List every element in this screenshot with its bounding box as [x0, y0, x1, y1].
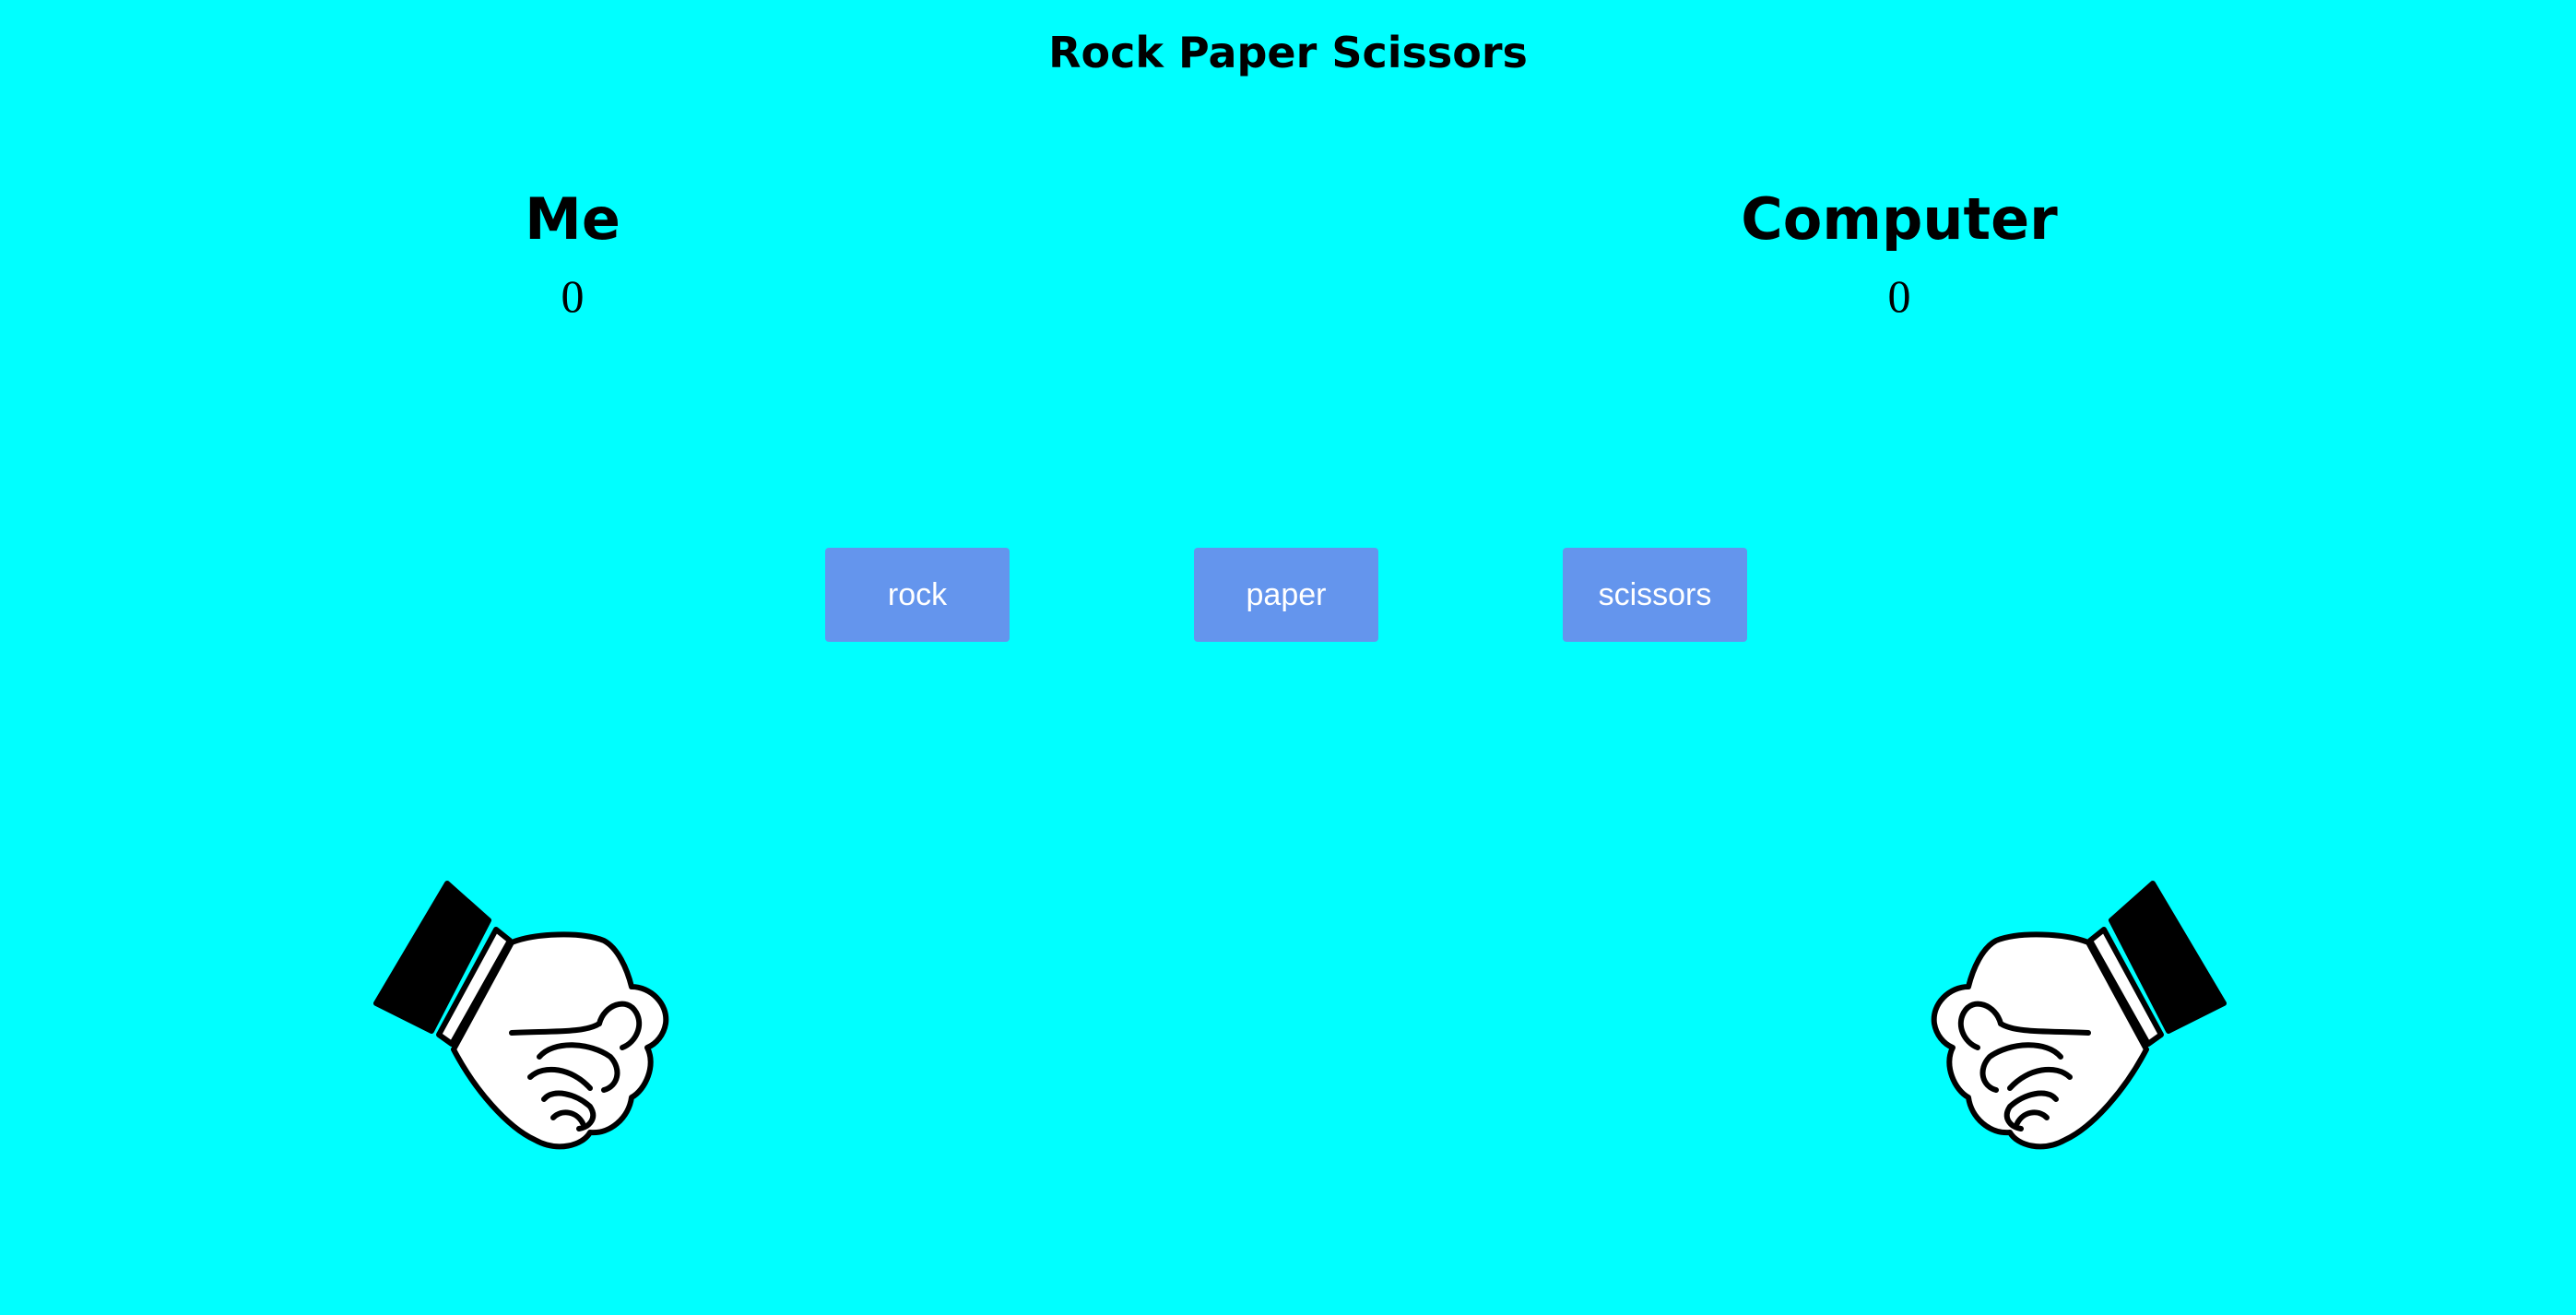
player-computer-panel: Computer 0	[1577, 183, 2222, 328]
game-title: Rock Paper Scissors	[1048, 28, 1528, 77]
choice-buttons: rock paper scissors	[0, 548, 2576, 642]
player-me-hand	[369, 876, 682, 1153]
rock-fist-icon	[373, 881, 669, 1150]
player-computer-score: 0	[1887, 270, 1911, 322]
rock-fist-icon	[1931, 881, 2227, 1150]
player-me-name: Me	[525, 185, 620, 253]
player-computer-hand	[1918, 876, 2231, 1153]
player-computer-name: Computer	[1741, 185, 2058, 253]
scissors-button[interactable]: scissors	[1563, 548, 1747, 642]
player-me-score: 0	[561, 270, 585, 322]
paper-button[interactable]: paper	[1194, 548, 1378, 642]
rock-button[interactable]: rock	[825, 548, 1010, 642]
player-me-panel: Me 0	[250, 183, 895, 328]
